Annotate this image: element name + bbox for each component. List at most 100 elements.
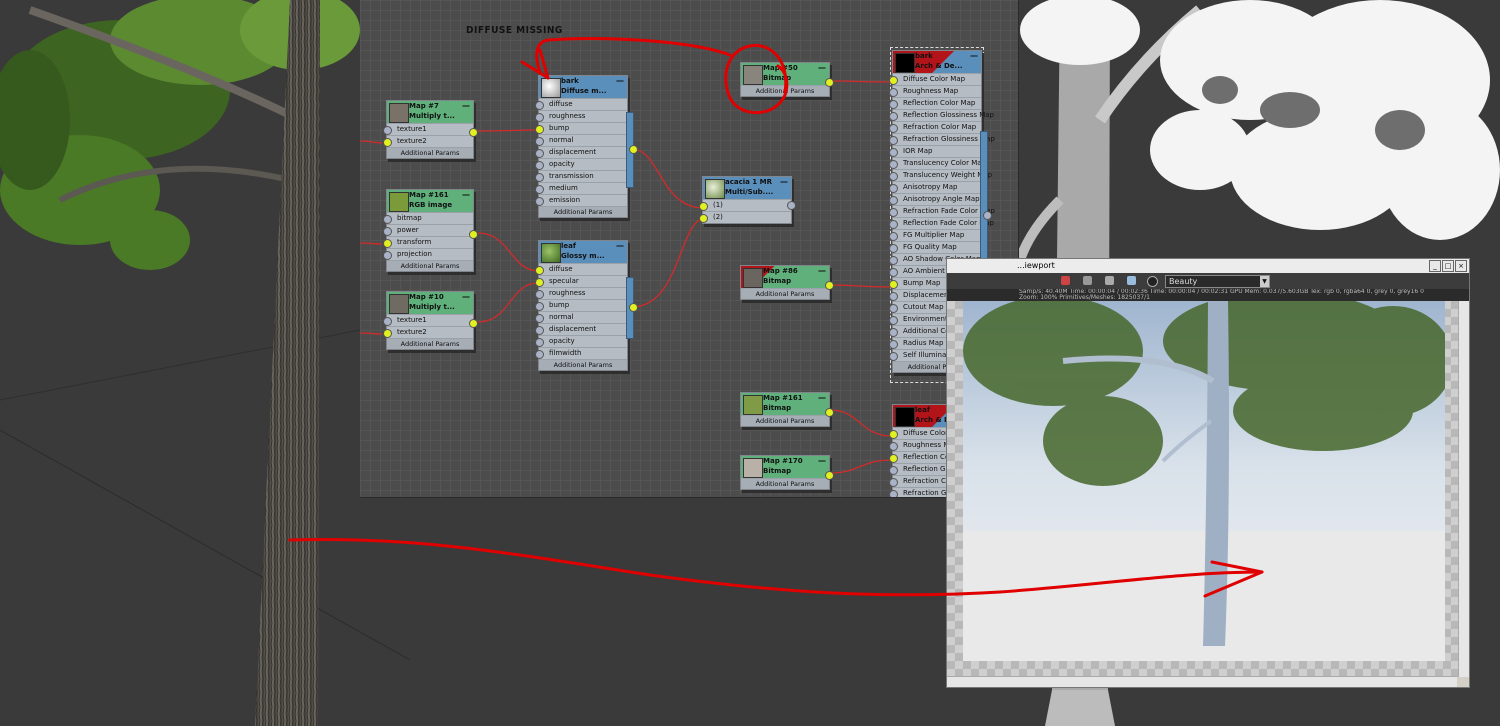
additional-params[interactable]: Additional Params: [741, 415, 829, 426]
socket-reflection-color-map[interactable]: Reflection Color Map: [889, 97, 981, 109]
socket-translucency-weight-map[interactable]: Translucency Weight Map: [889, 169, 992, 181]
horizontal-scrollbar[interactable]: [947, 676, 1457, 687]
socket-opacity[interactable]: opacity: [535, 158, 627, 170]
additional-params[interactable]: Additional Params: [387, 260, 473, 271]
socket-texture2[interactable]: texture2: [383, 326, 473, 338]
additional-params[interactable]: Additional Params: [539, 206, 627, 217]
node-map-161-bitmap[interactable]: Map #161 Bitmap — Additional Params: [740, 392, 834, 427]
socket-filmwidth[interactable]: filmwidth: [535, 347, 627, 359]
socket-slot-2[interactable]: (2): [699, 211, 791, 223]
socket-medium[interactable]: medium: [535, 182, 627, 194]
render-frame-window[interactable]: ...iewport _ □ × Beauty ▼ Samp/s: 40.40M…: [946, 258, 1470, 688]
socket-bitmap[interactable]: bitmap: [383, 212, 473, 224]
socket-texture1[interactable]: texture1: [383, 123, 473, 135]
socket-transform[interactable]: transform: [383, 236, 473, 248]
bark-texture-thumbnail: [743, 268, 763, 288]
socket-specular[interactable]: specular: [535, 275, 627, 287]
output-socket[interactable]: [825, 471, 834, 480]
socket-displacement[interactable]: displacement: [535, 323, 627, 335]
socket-displacement[interactable]: displacement: [535, 146, 627, 158]
collapse-icon[interactable]: —: [462, 292, 470, 301]
render-sphere-icon[interactable]: [1147, 276, 1158, 287]
socket-opacity[interactable]: opacity: [535, 335, 627, 347]
collapse-icon[interactable]: —: [818, 266, 826, 275]
maximize-icon[interactable]: □: [1442, 260, 1454, 272]
node-acacia-multisub-material[interactable]: acacia 1 MR Multi/Sub.... — (1) (2): [699, 176, 796, 224]
socket-roughness[interactable]: roughness: [535, 287, 627, 299]
socket-fg-quality-map[interactable]: FG Quality Map: [889, 241, 981, 253]
node-map-10[interactable]: Map #10 Multiply t... — texture1 texture2 …: [383, 291, 478, 350]
additional-params[interactable]: Additional Params: [741, 288, 829, 299]
socket-fg-multiplier-map[interactable]: FG Multiplier Map: [889, 229, 981, 241]
alpha-channel-icon[interactable]: [1083, 276, 1092, 285]
node-map-161-rgb[interactable]: Map #161 RGB image — bitmap power transfor…: [383, 189, 478, 272]
socket-translucency-color-map[interactable]: Translucency Color Map: [889, 157, 986, 169]
socket-projection[interactable]: projection: [383, 248, 473, 260]
socket-normal[interactable]: normal: [535, 311, 627, 323]
clone-frame-icon[interactable]: [1127, 276, 1136, 285]
socket-diffuse[interactable]: diffuse: [535, 98, 627, 110]
output-socket[interactable]: [469, 128, 478, 137]
output-socket[interactable]: [469, 230, 478, 239]
socket-power[interactable]: power: [383, 224, 473, 236]
output-socket[interactable]: [787, 201, 796, 210]
output-socket[interactable]: [825, 281, 834, 290]
collapse-icon[interactable]: —: [616, 241, 624, 250]
socket-slot-1[interactable]: (1): [699, 199, 791, 211]
socket-diffuse-color-map[interactable]: Diffuse Color Map: [889, 73, 981, 85]
socket-bump[interactable]: bump: [535, 122, 627, 134]
collapse-icon[interactable]: —: [818, 456, 826, 465]
output-socket[interactable]: [629, 303, 638, 312]
additional-params[interactable]: Additional Params: [387, 147, 473, 158]
collapse-icon[interactable]: —: [462, 190, 470, 199]
collapse-icon[interactable]: —: [818, 393, 826, 402]
node-map-170-bitmap[interactable]: Map #170 Bitmap — Additional Params: [740, 455, 834, 490]
socket-anisotropy-map[interactable]: Anisotropy Map: [889, 181, 981, 193]
output-socket[interactable]: [825, 408, 834, 417]
node-map-86-bitmap[interactable]: Map #86 Bitmap — Additional Params: [740, 265, 834, 300]
node-map-50-bitmap[interactable]: Map #50 Bitmap — Additional Params: [740, 62, 834, 97]
socket-refraction-glossiness-map[interactable]: Refraction Glossiness Map: [889, 133, 995, 145]
collapse-icon[interactable]: —: [616, 76, 624, 85]
chevron-down-icon[interactable]: ▼: [1260, 276, 1269, 287]
collapse-icon[interactable]: —: [970, 51, 978, 60]
socket-transmission[interactable]: transmission: [535, 170, 627, 182]
socket-refraction-color-map[interactable]: Refraction Color Map: [889, 121, 981, 133]
socket-normal[interactable]: normal: [535, 134, 627, 146]
socket-ior-map[interactable]: IOR Map: [889, 145, 981, 157]
output-socket[interactable]: [983, 211, 992, 220]
additional-params[interactable]: Additional Params: [387, 338, 473, 349]
socket-anisotropy-angle-map[interactable]: Anisotropy Angle Map: [889, 193, 981, 205]
socket-emission[interactable]: emission: [535, 194, 627, 206]
socket-texture2[interactable]: texture2: [383, 135, 473, 147]
output-socket[interactable]: [629, 145, 638, 154]
socket-roughness-map[interactable]: Roughness Map: [889, 85, 981, 97]
collapse-icon[interactable]: —: [818, 63, 826, 72]
save-image-icon[interactable]: [1105, 276, 1114, 285]
color-channels-icon[interactable]: [1061, 276, 1070, 285]
output-socket[interactable]: [469, 319, 478, 328]
node-bark-diffuse-material[interactable]: bark Diffuse m... — diffuse roughness bump…: [535, 75, 638, 218]
window-titlebar[interactable]: ...iewport _ □ ×: [947, 259, 1469, 273]
socket-reflection-fade-color-map[interactable]: Reflection Fade Color Map: [889, 217, 994, 229]
output-socket[interactable]: [825, 78, 834, 87]
vertical-scrollbar[interactable]: [1458, 301, 1469, 677]
slate-material-editor[interactable]: DIFFUSE MISSING Map #7 Multiply t... — tex…: [360, 0, 1019, 498]
node-map-7[interactable]: Map #7 Multiply t... — texture1 texture2 A…: [383, 100, 478, 159]
collapse-icon[interactable]: —: [462, 101, 470, 110]
socket-bump[interactable]: bump: [535, 299, 627, 311]
collapse-icon[interactable]: —: [780, 177, 788, 186]
socket-refraction-fade-color-map[interactable]: Refraction Fade Color Map: [889, 205, 995, 217]
material-sphere-thumbnail: [705, 179, 725, 199]
additional-params[interactable]: Additional Params: [741, 478, 829, 489]
socket-roughness[interactable]: roughness: [535, 110, 627, 122]
additional-params[interactable]: Additional Params: [741, 85, 829, 96]
minimize-icon[interactable]: _: [1429, 260, 1441, 272]
close-icon[interactable]: ×: [1455, 260, 1467, 272]
socket-diffuse[interactable]: diffuse: [535, 263, 627, 275]
socket-reflection-glossiness-map[interactable]: Reflection Glossiness Map: [889, 109, 994, 121]
node-leaf-glossy-material[interactable]: leaf Glossy m... — diffuse specular roughn…: [535, 240, 638, 371]
render-channel-select[interactable]: Beauty ▼: [1165, 275, 1270, 288]
additional-params[interactable]: Additional Params: [539, 359, 627, 370]
socket-texture1[interactable]: texture1: [383, 314, 473, 326]
